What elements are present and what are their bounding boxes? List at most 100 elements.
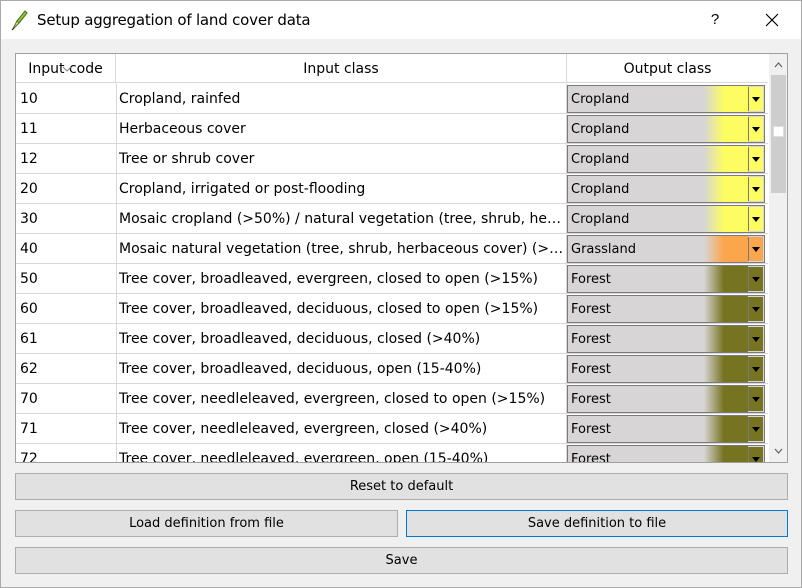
input-class-cell: Tree or shrub cover — [119, 151, 255, 167]
table-row[interactable]: 11 Herbaceous cover Cropland — [16, 114, 768, 144]
input-code-cell: 62 — [20, 361, 38, 377]
class-color-swatch — [704, 236, 748, 262]
column-divider — [116, 84, 117, 114]
output-class-select[interactable]: Forest — [567, 265, 765, 293]
dropdown-arrow-icon[interactable] — [748, 267, 763, 291]
dropdown-arrow-icon[interactable] — [748, 357, 763, 381]
sort-indicator-icon — [62, 54, 72, 72]
output-class-select[interactable]: Forest — [567, 295, 765, 323]
input-class-cell: Tree cover, needleleaved, evergreen, clo… — [119, 421, 488, 437]
dropdown-arrow-icon[interactable] — [748, 87, 763, 111]
input-code-cell: 60 — [20, 301, 38, 317]
qgis-pencil-icon — [11, 9, 29, 31]
column-divider — [116, 264, 117, 294]
table-row[interactable]: 70 Tree cover, needleleaved, evergreen, c… — [16, 384, 768, 414]
help-button[interactable]: ? — [693, 1, 737, 39]
output-class-select[interactable]: Forest — [567, 385, 765, 413]
input-class-cell: Tree cover, broadleaved, evergreen, clos… — [119, 271, 538, 287]
column-divider — [116, 444, 117, 462]
output-class-select[interactable]: Cropland — [567, 205, 765, 233]
table-row[interactable]: 30 Mosaic cropland (>50%) / natural veget… — [16, 204, 768, 234]
table-row[interactable]: 61 Tree cover, broadleaved, deciduous, cl… — [16, 324, 768, 354]
input-code-cell: 12 — [20, 151, 38, 167]
table-header: Input code Input class Output class — [16, 54, 768, 83]
scroll-up-icon[interactable] — [769, 56, 787, 74]
table-row[interactable]: 50 Tree cover, broadleaved, evergreen, cl… — [16, 264, 768, 294]
dropdown-arrow-icon[interactable] — [748, 417, 763, 441]
dialog-window: Setup aggregation of land cover data ? I… — [0, 0, 802, 588]
save-button[interactable]: Save — [15, 547, 788, 574]
input-class-cell: Herbaceous cover — [119, 121, 246, 137]
header-output-class[interactable]: Output class — [567, 54, 768, 83]
save-definition-button[interactable]: Save definition to file — [406, 510, 788, 537]
class-color-swatch — [704, 116, 748, 142]
window-title: Setup aggregation of land cover data — [37, 11, 311, 29]
output-class-select[interactable]: Forest — [567, 355, 765, 383]
table-row[interactable]: 20 Cropland, irrigated or post-flooding Cr… — [16, 174, 768, 204]
output-class-label: Forest — [571, 362, 611, 377]
table-row[interactable]: 62 Tree cover, broadleaved, deciduous, op… — [16, 354, 768, 384]
output-class-select[interactable]: Forest — [567, 325, 765, 353]
column-divider — [116, 234, 117, 264]
dropdown-arrow-icon[interactable] — [748, 297, 763, 321]
header-input-class[interactable]: Input class — [116, 54, 567, 83]
load-definition-button[interactable]: Load definition from file — [15, 510, 398, 537]
vertical-scrollbar[interactable] — [769, 54, 787, 462]
table-row[interactable]: 72 Tree cover, needleleaved, evergreen, o… — [16, 444, 768, 463]
dropdown-arrow-icon[interactable] — [748, 117, 763, 141]
output-class-label: Cropland — [571, 182, 630, 197]
output-class-label: Cropland — [571, 152, 630, 167]
output-class-select[interactable]: Forest — [567, 415, 765, 443]
input-code-cell: 40 — [20, 241, 38, 257]
output-class-label: Cropland — [571, 92, 630, 107]
output-class-select[interactable]: Cropland — [567, 145, 765, 173]
dropdown-arrow-icon[interactable] — [748, 177, 763, 201]
header-input-code[interactable]: Input code — [16, 54, 116, 83]
class-color-swatch — [704, 446, 748, 462]
output-class-select[interactable]: Cropland — [567, 85, 765, 113]
input-class-cell: Tree cover, broadleaved, deciduous, clos… — [119, 331, 481, 347]
table-row[interactable]: 40 Mosaic natural vegetation (tree, shrub… — [16, 234, 768, 264]
dropdown-arrow-icon[interactable] — [748, 387, 763, 411]
table-row[interactable]: 12 Tree or shrub cover Cropland — [16, 144, 768, 174]
aggregation-table[interactable]: Input code Input class Output class 10 Cr… — [15, 53, 788, 463]
scroll-down-icon[interactable] — [769, 442, 787, 460]
class-color-swatch — [704, 296, 748, 322]
class-color-swatch — [704, 86, 748, 112]
input-class-cell: Cropland, rainfed — [119, 91, 241, 107]
column-divider — [116, 114, 117, 144]
class-color-swatch — [704, 386, 748, 412]
dropdown-arrow-icon[interactable] — [748, 447, 763, 462]
dropdown-arrow-icon[interactable] — [748, 237, 763, 261]
table-row[interactable]: 10 Cropland, rainfed Cropland — [16, 84, 768, 114]
output-class-select[interactable]: Forest — [567, 445, 765, 462]
output-class-select[interactable]: Grassland — [567, 235, 765, 263]
output-class-select[interactable]: Cropland — [567, 175, 765, 203]
class-color-swatch — [704, 146, 748, 172]
dropdown-arrow-icon[interactable] — [748, 327, 763, 351]
input-code-cell: 61 — [20, 331, 38, 347]
input-class-cell: Mosaic natural vegetation (tree, shrub, … — [119, 241, 564, 257]
input-code-cell: 70 — [20, 391, 38, 407]
table-row[interactable]: 60 Tree cover, broadleaved, deciduous, cl… — [16, 294, 768, 324]
close-icon — [765, 13, 779, 30]
class-color-swatch — [704, 326, 748, 352]
dropdown-arrow-icon[interactable] — [748, 207, 763, 231]
close-button[interactable] — [749, 1, 795, 39]
output-class-label: Forest — [571, 422, 611, 437]
table-row[interactable]: 71 Tree cover, needleleaved, evergreen, c… — [16, 414, 768, 444]
input-code-cell: 20 — [20, 181, 38, 197]
column-divider — [116, 414, 117, 444]
reset-to-default-button[interactable]: Reset to default — [15, 473, 788, 500]
title-bar: Setup aggregation of land cover data ? — [1, 1, 801, 39]
output-class-label: Forest — [571, 302, 611, 317]
class-color-swatch — [704, 356, 748, 382]
input-class-cell: Tree cover, needleleaved, evergreen, clo… — [119, 391, 546, 407]
input-code-cell: 72 — [20, 451, 38, 463]
class-color-swatch — [704, 176, 748, 202]
class-color-swatch — [704, 416, 748, 442]
dropdown-arrow-icon[interactable] — [748, 147, 763, 171]
output-class-select[interactable]: Cropland — [567, 115, 765, 143]
input-class-cell: Tree cover, broadleaved, deciduous, clos… — [119, 301, 539, 317]
input-class-cell: Tree cover, needleleaved, evergreen, ope… — [119, 451, 489, 463]
